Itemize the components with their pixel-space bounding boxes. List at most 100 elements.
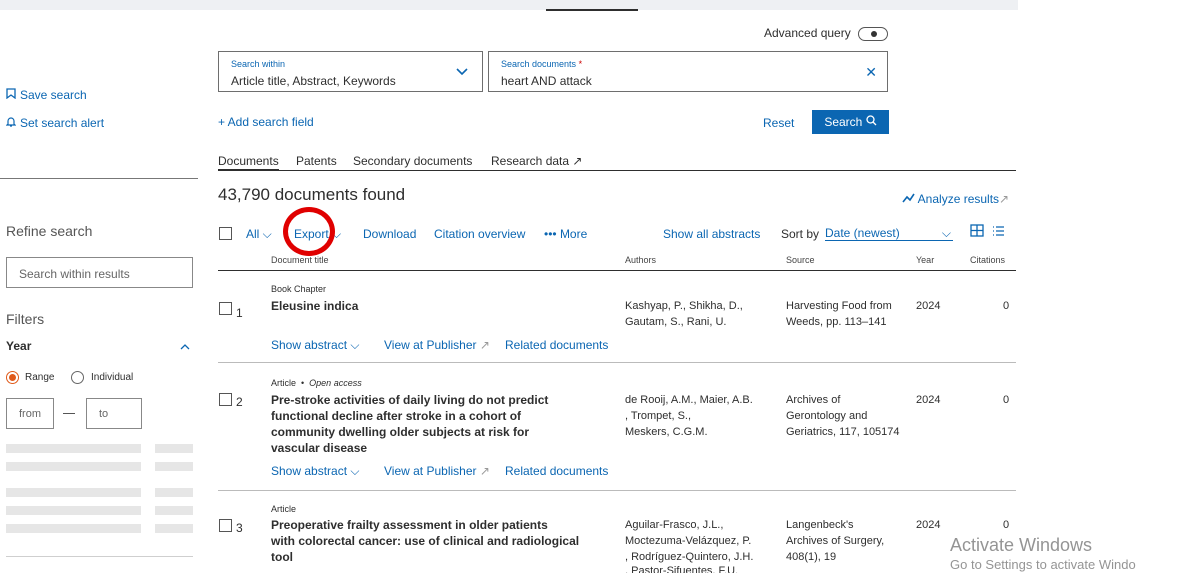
row-number: 1 <box>236 306 243 320</box>
show-all-abstracts-button[interactable]: Show all abstracts <box>663 227 760 241</box>
year-from-input[interactable]: from <box>6 398 54 429</box>
tab-research-data[interactable]: Research data ↗ <box>491 154 582 168</box>
clear-icon[interactable]: ✕ <box>865 64 877 81</box>
search-button-label: Search <box>824 115 863 129</box>
sort-value: Date (newest) <box>825 226 900 240</box>
row-checkbox[interactable] <box>219 519 232 532</box>
source-line[interactable]: Geriatrics, 117, 105174 <box>786 424 900 440</box>
document-title-link[interactable]: with colorectal cancer: use of clinical … <box>271 533 579 549</box>
save-search-link[interactable]: Save search <box>6 88 87 102</box>
skeleton-line <box>6 444 141 453</box>
header-divider <box>218 270 1016 271</box>
year-to-input[interactable]: to <box>86 398 142 429</box>
column-header-title[interactable]: Document title <box>271 255 329 265</box>
authors-line[interactable]: Meskers, C.G.M. <box>625 424 708 440</box>
individual-radio[interactable] <box>71 371 84 384</box>
download-button[interactable]: Download <box>363 227 416 241</box>
skeleton-line <box>155 506 193 515</box>
authors-line[interactable]: Moctezuma-Velázquez, P. <box>625 533 751 549</box>
grid-view-icon[interactable] <box>970 224 984 240</box>
select-all-label: All <box>246 227 260 241</box>
authors-line[interactable]: , Trompet, S., <box>625 408 691 424</box>
column-header-authors[interactable]: Authors <box>625 255 656 265</box>
document-title-link[interactable]: Pre-stroke activities of daily living do… <box>271 392 548 408</box>
range-radio-label: Range <box>25 372 55 383</box>
set-search-alert-link[interactable]: Set search alert <box>5 116 105 130</box>
row-number: 2 <box>236 395 243 409</box>
document-title-link[interactable]: vascular disease <box>271 440 367 456</box>
save-search-label: Save search <box>20 88 87 102</box>
select-all-checkbox[interactable] <box>219 227 232 240</box>
list-view-icon[interactable] <box>992 225 1005 240</box>
results-count: 43,790 documents found <box>218 185 406 204</box>
document-title-link[interactable]: Eleusine indica <box>271 298 358 314</box>
source-line[interactable]: Langenbeck's <box>786 517 854 533</box>
column-header-source[interactable]: Source <box>786 255 815 265</box>
column-header-citations[interactable]: Citations <box>970 255 1005 265</box>
chevron-down-icon: ⌵ <box>941 226 951 240</box>
related-documents-link[interactable]: Related documents <box>505 338 608 352</box>
skeleton-line <box>6 524 141 533</box>
source-line[interactable]: Weeds, pp. 113–141 <box>786 314 887 330</box>
reset-button[interactable]: Reset <box>763 116 794 130</box>
source-line[interactable]: Harvesting Food from <box>786 298 892 314</box>
document-title-link[interactable]: tool <box>271 549 293 565</box>
add-search-field-button[interactable]: + Add search field <box>218 115 314 129</box>
related-documents-link[interactable]: Related documents <box>505 464 608 478</box>
authors-line[interactable]: de Rooij, A.M., Maier, A.B. <box>625 392 753 408</box>
tab-secondary-documents[interactable]: Secondary documents <box>353 154 472 168</box>
authors-line[interactable]: , Pastor-Sifuentes, F.U. <box>625 563 738 573</box>
view-at-publisher-label: View at Publisher <box>384 464 477 478</box>
document-title-link[interactable]: community dwelling older subjects at ris… <box>271 424 529 440</box>
analyze-results-link[interactable]: Analyze results↗ <box>902 192 1009 206</box>
search-within-results-input[interactable]: Search within results <box>6 257 193 288</box>
show-abstract-label: Show abstract <box>271 338 348 352</box>
authors-line[interactable]: Kashyap, P., Shikha, D., <box>625 298 743 314</box>
document-title-link[interactable]: Preoperative frailty assessment in older… <box>271 517 548 533</box>
view-at-publisher-link[interactable]: View at Publisher ↗ <box>384 338 490 352</box>
search-documents-label: Search documents * <box>501 59 583 69</box>
annotation-circle <box>283 207 335 256</box>
row-checkbox[interactable] <box>219 393 232 406</box>
activation-watermark-title: Activate Windows <box>950 535 1093 555</box>
set-search-alert-label: Set search alert <box>20 116 105 130</box>
source-line[interactable]: Gerontology and <box>786 408 867 424</box>
year-value: 2024 <box>916 519 941 531</box>
analyze-results-label: Analyze results <box>917 192 1000 206</box>
chevron-down-icon <box>456 64 468 79</box>
search-within-label: Search within <box>231 59 286 69</box>
citations-value: 0 <box>1003 300 1010 312</box>
skeleton-line <box>6 462 141 471</box>
search-documents-field[interactable]: Search documents * heart AND attack ✕ <box>488 51 888 92</box>
year-from-placeholder: from <box>19 408 41 420</box>
tab-documents[interactable]: Documents <box>218 154 279 171</box>
year-value: 2024 <box>916 300 941 312</box>
citation-overview-button[interactable]: Citation overview <box>434 227 525 241</box>
skeleton-line <box>6 506 141 515</box>
range-radio[interactable] <box>6 371 19 384</box>
chevron-up-icon[interactable] <box>180 339 190 353</box>
search-within-value: Article title, Abstract, Keywords <box>231 74 396 88</box>
show-abstract-button[interactable]: Show abstract ⌵ <box>271 464 359 479</box>
view-at-publisher-link[interactable]: View at Publisher ↗ <box>384 464 490 478</box>
document-title-link[interactable]: functional decline after stroke in a coh… <box>271 408 521 424</box>
select-all-dropdown[interactable]: All ⌵ <box>246 227 272 242</box>
authors-line[interactable]: Aguilar-Frasco, J.L., <box>625 517 723 533</box>
tab-patents[interactable]: Patents <box>296 154 337 168</box>
top-strip <box>0 0 1018 10</box>
source-line[interactable]: Archives of Surgery, <box>786 533 884 549</box>
advanced-query-toggle[interactable] <box>858 27 888 41</box>
view-at-publisher-label: View at Publisher <box>384 338 477 352</box>
row-checkbox[interactable] <box>219 302 232 315</box>
sidebar-divider <box>0 178 198 179</box>
column-header-year[interactable]: Year <box>916 255 934 265</box>
row-divider <box>218 362 1016 363</box>
more-button[interactable]: ••• More <box>544 227 587 241</box>
search-within-select[interactable]: Search within Article title, Abstract, K… <box>218 51 483 92</box>
source-line[interactable]: 408(1), 19 <box>786 549 836 565</box>
show-abstract-button[interactable]: Show abstract ⌵ <box>271 338 359 353</box>
sort-select[interactable]: Date (newest) ⌵ <box>825 226 953 241</box>
authors-line[interactable]: Gautam, S., Rani, U. <box>625 314 726 330</box>
search-button[interactable]: Search <box>812 110 889 134</box>
source-line[interactable]: Archives of <box>786 392 840 408</box>
